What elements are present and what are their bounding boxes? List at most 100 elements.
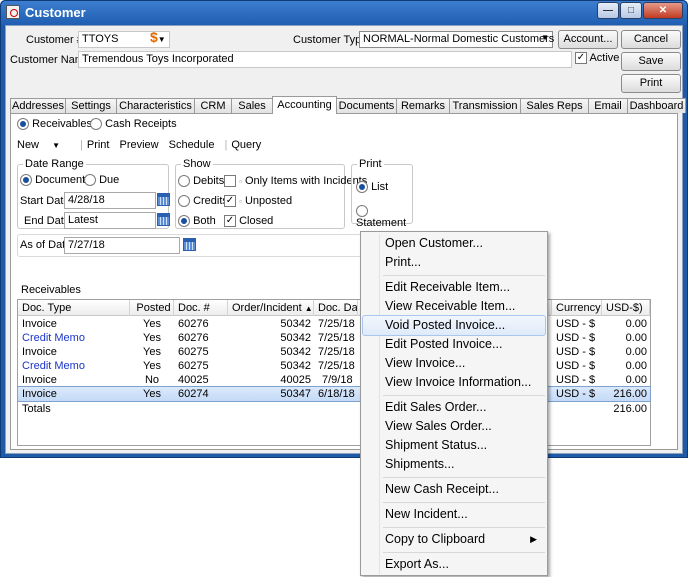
menu-item-copy-to-clipboard[interactable]: Copy to Clipboard ▶ [363, 530, 545, 549]
radio-icon [178, 195, 190, 208]
menu-item-view-receivable[interactable]: View Receivable Item... [363, 297, 545, 316]
menu-item-view-invoice-information[interactable]: View Invoice Information... [363, 373, 545, 392]
maximize-button[interactable]: □ [620, 2, 642, 19]
table-row[interactable]: Credit Memo Yes 60276 50342 7/25/18 USD … [18, 331, 650, 345]
table-row[interactable]: Invoice No 40025 40025 7/9/18 USD - $ 0.… [18, 373, 650, 387]
list-radio[interactable]: List [356, 181, 388, 194]
col-doc-date[interactable]: Doc. Dat [314, 300, 358, 316]
menu-item-edit-posted-invoice[interactable]: Edit Posted Invoice... [363, 335, 545, 354]
menu-item-new-cash-receipt[interactable]: New Cash Receipt... [363, 480, 545, 499]
debits-radio[interactable]: Debits [178, 175, 224, 188]
col-currency[interactable]: Currency [552, 300, 602, 316]
tab-transmission[interactable]: Transmission [449, 98, 521, 113]
radio-selected-icon [17, 118, 29, 131]
credits-radio[interactable]: Credits [178, 195, 228, 208]
menu-item-export-as[interactable]: Export As... [363, 555, 545, 574]
table-row[interactable]: Credit Memo Yes 60275 50342 7/25/18 USD … [18, 359, 650, 373]
cancel-button[interactable]: Cancel [621, 30, 681, 49]
col-doc-num[interactable]: Doc. # [174, 300, 228, 316]
menu-item-print[interactable]: Print... [363, 253, 545, 272]
toolbar-divider: | [224, 139, 228, 151]
tab-sales[interactable]: Sales [231, 98, 273, 113]
active-checkbox[interactable]: ✓ Active [575, 52, 619, 65]
customer-window: Customer — □ ✕ Customer #: TTOYS $▼ Cust… [0, 0, 688, 458]
chevron-down-icon: ▼ [52, 141, 60, 150]
toolbar-query-button[interactable]: Query [231, 139, 261, 151]
tab-addresses[interactable]: Addresses [10, 98, 66, 113]
cash-receipts-radio[interactable]: Cash Receipts [90, 118, 177, 131]
statement-radio[interactable]: Statement [356, 205, 412, 229]
close-window-button[interactable]: ✕ [643, 2, 683, 19]
as-of-field[interactable]: 7/27/18 [64, 237, 180, 254]
print-button[interactable]: Print [621, 74, 681, 93]
accounting-toolbar: New ▼ | Print Preview Schedule | Query [17, 139, 271, 151]
customer-type-select[interactable]: NORMAL-Normal Domestic Customers ▼ [359, 31, 554, 48]
tab-accounting[interactable]: Accounting [272, 96, 337, 114]
cell-doc-type[interactable]: Credit Memo [22, 359, 132, 373]
title-bar[interactable]: Customer — □ ✕ [1, 1, 687, 25]
both-radio-label: Both [193, 215, 216, 227]
cell-posted: Yes [143, 332, 161, 344]
show-group: Show Debits Credits Both ▫ Only Items wi… [175, 158, 367, 229]
menu-item-shipments[interactable]: Shipments... [363, 455, 545, 474]
toolbar-preview-button[interactable]: Preview [119, 139, 158, 151]
tab-documents[interactable]: Documents [336, 98, 397, 113]
menu-item-edit-receivable[interactable]: Edit Receivable Item... [363, 278, 545, 297]
radio-selected-icon [356, 181, 368, 194]
toolbar-schedule-button[interactable]: Schedule [169, 139, 215, 151]
grid-header: Doc. Type Posted Doc. # Order/Incident ▲… [18, 300, 650, 316]
print-title: Print [357, 158, 384, 170]
menu-item-view-sales-order[interactable]: View Sales Order... [363, 417, 545, 436]
new-button[interactable]: New ▼ [17, 139, 70, 151]
radio-selected-icon [20, 174, 32, 187]
menu-item-edit-sales-order[interactable]: Edit Sales Order... [363, 398, 545, 417]
tab-remarks[interactable]: Remarks [396, 98, 450, 113]
both-radio[interactable]: Both [178, 215, 216, 228]
toolbar-print-button[interactable]: Print [87, 139, 110, 151]
cell-date: 7/25/18 [318, 332, 355, 344]
customer-name-field[interactable]: Tremendous Toys Incorporated [78, 51, 572, 68]
end-date-field[interactable]: Latest [64, 212, 156, 229]
tab-sales-reps[interactable]: Sales Reps [520, 98, 589, 113]
cell-order: 50342 [280, 318, 311, 330]
table-row[interactable]: Invoice Yes 60276 50342 7/25/18 USD - $ … [18, 317, 650, 331]
tab-dashboard[interactable]: Dashboard [627, 98, 686, 113]
save-button[interactable]: Save [621, 52, 681, 71]
tab-settings[interactable]: Settings [65, 98, 117, 113]
calendar-icon[interactable] [157, 193, 170, 206]
table-row[interactable]: Invoice Yes 60275 50342 7/25/18 USD - $ … [18, 345, 650, 359]
menu-item-copy-label: Copy to Clipboard [385, 532, 486, 546]
start-date-field[interactable]: 4/28/18 [64, 192, 156, 209]
calendar-icon[interactable] [183, 238, 196, 251]
col-doc-type[interactable]: Doc. Type [18, 300, 130, 316]
due-radio[interactable]: Due [84, 174, 119, 187]
menu-item-new-incident[interactable]: New Incident... [363, 505, 545, 524]
menu-item-shipment-status[interactable]: Shipment Status... [363, 436, 545, 455]
menu-separator [383, 275, 545, 276]
menu-item-open-customer[interactable]: Open Customer... [363, 234, 545, 253]
col-posted[interactable]: Posted [130, 300, 174, 316]
tab-crm[interactable]: CRM [194, 98, 232, 113]
sort-ascending-icon: ▲ [304, 304, 313, 313]
menu-item-view-invoice[interactable]: View Invoice... [363, 354, 545, 373]
col-order-incident[interactable]: Order/Incident ▲ [228, 300, 314, 316]
receivables-grid[interactable]: Doc. Type Posted Doc. # Order/Incident ▲… [17, 299, 651, 446]
tab-email[interactable]: Email [588, 98, 628, 113]
checkmark-icon: ✓ [224, 195, 236, 208]
currency-dollar-icon[interactable]: $▼ [150, 29, 166, 45]
account-button[interactable]: Account... [558, 30, 618, 49]
only-items-checkbox[interactable]: ▫ Only Items with Incidents [224, 175, 367, 188]
calendar-icon[interactable] [157, 213, 170, 226]
document-radio[interactable]: Document [20, 174, 85, 187]
receivables-radio[interactable]: Receivables [17, 118, 92, 131]
menu-item-void-posted-invoice[interactable]: Void Posted Invoice... [362, 315, 546, 336]
cell-currency: USD - $ [556, 388, 596, 400]
radio-icon [178, 175, 190, 188]
tab-characteristics[interactable]: Characteristics [116, 98, 195, 113]
minimize-button[interactable]: — [597, 2, 619, 19]
cell-doc-type[interactable]: Credit Memo [22, 331, 132, 345]
closed-checkbox[interactable]: ✓ Closed [224, 215, 273, 228]
table-row-selected[interactable]: Invoice Yes 60274 50347 6/18/18 USD - $ … [17, 386, 651, 402]
unposted-checkbox[interactable]: ✓ ▫ Unposted [224, 195, 292, 208]
col-amount[interactable]: USD-$) [602, 300, 650, 316]
